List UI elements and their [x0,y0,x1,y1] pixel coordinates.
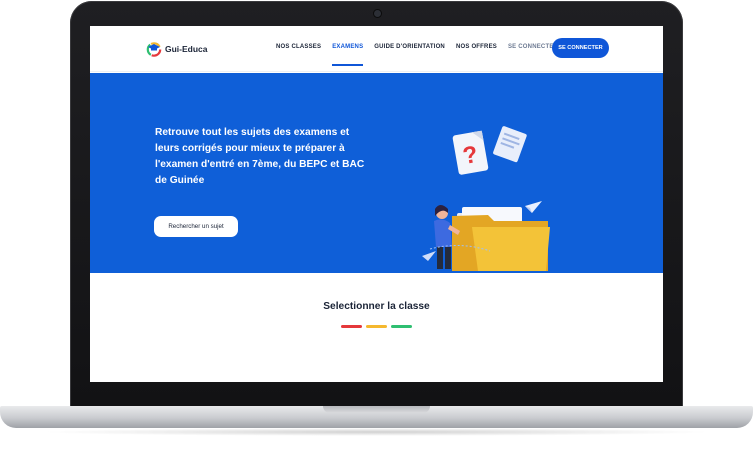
search-subject-button[interactable]: Rechercher un sujet [154,216,238,237]
nav-link-nos-offres[interactable]: NOS OFFRES [456,44,497,50]
accent-bar-yellow [366,325,387,328]
folder-documents-illustration: ? [420,121,555,273]
nav-link-guide-orientation[interactable]: GUIDE D'ORIENTATION [374,44,445,50]
main-nav: NOS CLASSES EXAMENS GUIDE D'ORIENTATION … [276,44,558,66]
laptop-shadow [40,428,713,436]
brand-name: Gui-Educa [165,44,208,54]
navbar: Gui-Educa NOS CLASSES EXAMENS GUIDE D'OR… [90,26,663,72]
hero-headline: Retrouve tout les sujets des examens et … [155,127,365,186]
accent-bar-red [341,325,362,328]
brand[interactable]: Gui-Educa [146,41,208,57]
login-button[interactable]: SE CONNECTER [552,38,609,58]
section-title: Selectionner la classe [323,301,430,312]
accent-bar-green [391,325,412,328]
nav-link-se-connecter[interactable]: SE CONNECTER [508,44,558,50]
section-divider [341,325,412,328]
hero-banner: Retrouve tout les sujets des examens et … [90,73,663,273]
class-selection-section: Selectionner la classe [90,273,663,382]
webcam-icon [374,10,381,17]
laptop-notch [323,406,430,413]
browser-viewport: Gui-Educa NOS CLASSES EXAMENS GUIDE D'OR… [90,26,663,382]
nav-link-examens[interactable]: EXAMENS [332,44,364,66]
nav-link-nos-classes[interactable]: NOS CLASSES [276,44,321,50]
graduation-cap-logo-icon [146,41,162,57]
